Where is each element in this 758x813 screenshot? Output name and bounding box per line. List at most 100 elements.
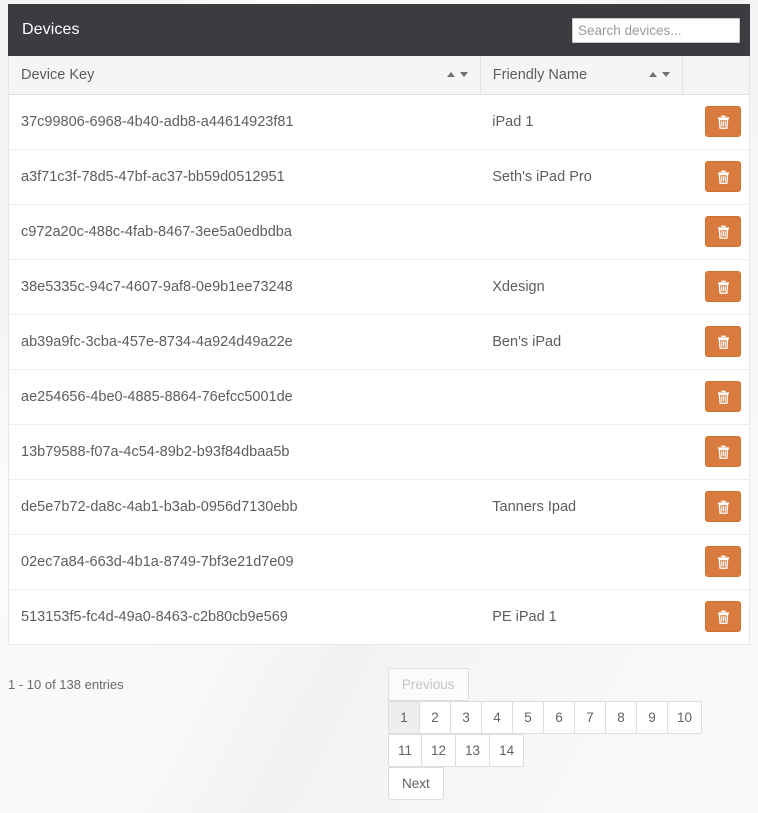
delete-device-button[interactable] <box>705 271 741 302</box>
pagination-page-9[interactable]: 9 <box>636 701 668 734</box>
cell-friendly-name <box>480 424 683 480</box>
trash-icon <box>717 170 730 184</box>
table-footer: 1 - 10 of 138 entries Previous 123456789… <box>8 668 750 800</box>
pagination-page-numbers: 1 2 3 4 5 6 7 8 9 10 11 12 13 14 <box>388 701 710 767</box>
sort-descending-icon[interactable] <box>459 72 468 78</box>
pagination-page-6[interactable]: 6 <box>543 701 575 734</box>
devices-panel: Devices Device Key <box>8 4 750 645</box>
cell-device-key: c972a20c-488c-4fab-8467-3ee5a0edbdba <box>9 204 481 260</box>
pagination-page-13[interactable]: 13 <box>455 734 491 767</box>
cell-device-key: 02ec7a84-663d-4b1a-8749-7bf3e21d7e09 <box>9 534 481 590</box>
trash-icon <box>717 225 730 239</box>
table-row: 13b79588-f07a-4c54-89b2-b93f84dbaa5b <box>9 424 749 480</box>
page-title: Devices <box>22 21 80 38</box>
cell-actions <box>682 534 749 590</box>
devices-table-container: Device Key Friendly Name 37c99806-6968-4… <box>8 56 750 645</box>
delete-device-button[interactable] <box>705 381 741 412</box>
cell-actions <box>682 94 749 150</box>
cell-friendly-name: iPad 1 <box>480 94 683 150</box>
trash-icon <box>717 555 730 569</box>
cell-device-key: 38e5335c-94c7-4607-9af8-0e9b1ee73248 <box>9 259 481 315</box>
trash-icon <box>717 390 730 404</box>
pagination-page-14[interactable]: 14 <box>489 734 525 767</box>
cell-friendly-name <box>480 369 683 425</box>
cell-friendly-name: Seth's iPad Pro <box>480 149 683 205</box>
cell-actions <box>682 314 749 370</box>
cell-actions <box>682 259 749 315</box>
table-row: a3f71c3f-78d5-47bf-ac37-bb59d0512951 Seth… <box>9 149 749 205</box>
sort-controls-friendly-name <box>649 72 671 78</box>
delete-device-button[interactable] <box>705 326 741 357</box>
panel-header: Devices <box>8 4 750 56</box>
pagination-page-2[interactable]: 2 <box>419 701 451 734</box>
table-header: Device Key Friendly Name <box>9 56 749 95</box>
cell-actions <box>682 589 749 645</box>
column-header-actions <box>682 56 749 95</box>
delete-device-button[interactable] <box>705 161 741 192</box>
table-row: 02ec7a84-663d-4b1a-8749-7bf3e21d7e09 <box>9 534 749 590</box>
pagination-page-12[interactable]: 12 <box>421 734 457 767</box>
pagination-previous-button[interactable]: Previous <box>388 668 469 701</box>
cell-device-key: a3f71c3f-78d5-47bf-ac37-bb59d0512951 <box>9 149 481 205</box>
entries-info: 1 - 10 of 138 entries <box>8 677 124 692</box>
sort-descending-icon[interactable] <box>662 72 671 78</box>
table-row: 37c99806-6968-4b40-adb8-a44614923f81 iPad… <box>9 94 749 150</box>
table-row: de5e7b72-da8c-4ab1-b3ab-0956d7130ebb Tann… <box>9 479 749 535</box>
cell-friendly-name: Tanners Ipad <box>480 479 683 535</box>
table-row: 38e5335c-94c7-4607-9af8-0e9b1ee73248 Xdes… <box>9 259 749 315</box>
cell-device-key: ae254656-4be0-4885-8864-76efcc5001de <box>9 369 481 425</box>
delete-device-button[interactable] <box>705 216 741 247</box>
cell-friendly-name: PE iPad 1 <box>480 589 683 645</box>
delete-device-button[interactable] <box>705 436 741 467</box>
pagination-next-button[interactable]: Next <box>388 767 444 800</box>
cell-actions <box>682 149 749 205</box>
pagination-page-1[interactable]: 1 <box>388 701 420 734</box>
cell-device-key: 37c99806-6968-4b40-adb8-a44614923f81 <box>9 94 481 150</box>
cell-actions <box>682 204 749 260</box>
cell-friendly-name: Xdesign <box>480 259 683 315</box>
table-header-row: Device Key Friendly Name <box>9 56 749 95</box>
trash-icon <box>717 280 730 294</box>
column-header-device-key[interactable]: Device Key <box>9 56 481 95</box>
column-label-friendly-name: Friendly Name <box>492 66 588 83</box>
trash-icon <box>717 115 730 129</box>
pagination-page-8[interactable]: 8 <box>605 701 637 734</box>
cell-actions <box>682 424 749 480</box>
cell-actions <box>682 369 749 425</box>
cell-device-key: 513153f5-fc4d-49a0-8463-c2b80cb9e569 <box>9 589 481 645</box>
table-row: 513153f5-fc4d-49a0-8463-c2b80cb9e569 PE i… <box>9 589 749 645</box>
delete-device-button[interactable] <box>705 546 741 577</box>
cell-device-key: 13b79588-f07a-4c54-89b2-b93f84dbaa5b <box>9 424 481 480</box>
table-body: 37c99806-6968-4b40-adb8-a44614923f81 iPad… <box>9 94 749 645</box>
pagination: Previous 1 2 3 4 5 6 7 8 9 10 11 12 13 14 Next <box>388 668 728 800</box>
pagination-page-11[interactable]: 11 <box>388 734 423 767</box>
cell-actions <box>682 479 749 535</box>
delete-device-button[interactable] <box>705 106 741 137</box>
pagination-page-3[interactable]: 3 <box>450 701 482 734</box>
search-input[interactable] <box>572 17 740 43</box>
sort-controls-device-key <box>446 72 468 78</box>
cell-friendly-name <box>480 204 683 260</box>
column-header-friendly-name[interactable]: Friendly Name <box>480 56 684 95</box>
delete-device-button[interactable] <box>705 491 741 522</box>
sort-ascending-icon[interactable] <box>446 72 455 78</box>
cell-device-key: de5e7b72-da8c-4ab1-b3ab-0956d7130ebb <box>9 479 481 535</box>
pagination-page-7[interactable]: 7 <box>574 701 606 734</box>
column-label-device-key: Device Key <box>21 66 95 83</box>
pagination-page-5[interactable]: 5 <box>512 701 544 734</box>
cell-friendly-name: Ben's iPad <box>480 314 683 370</box>
trash-icon <box>717 500 730 514</box>
table-row: ab39a9fc-3cba-457e-8734-4a924d49a22e Ben'… <box>9 314 749 370</box>
trash-icon <box>717 445 730 459</box>
devices-table: Device Key Friendly Name 37c99806-6968-4… <box>9 56 749 645</box>
pagination-page-4[interactable]: 4 <box>481 701 513 734</box>
trash-icon <box>717 335 730 349</box>
trash-icon <box>717 610 730 624</box>
cell-device-key: ab39a9fc-3cba-457e-8734-4a924d49a22e <box>9 314 481 370</box>
delete-device-button[interactable] <box>705 601 741 632</box>
cell-friendly-name <box>480 534 683 590</box>
table-row: ae254656-4be0-4885-8864-76efcc5001de <box>9 369 749 425</box>
pagination-page-10[interactable]: 10 <box>667 701 703 734</box>
sort-ascending-icon[interactable] <box>649 72 658 78</box>
table-row: c972a20c-488c-4fab-8467-3ee5a0edbdba <box>9 204 749 260</box>
